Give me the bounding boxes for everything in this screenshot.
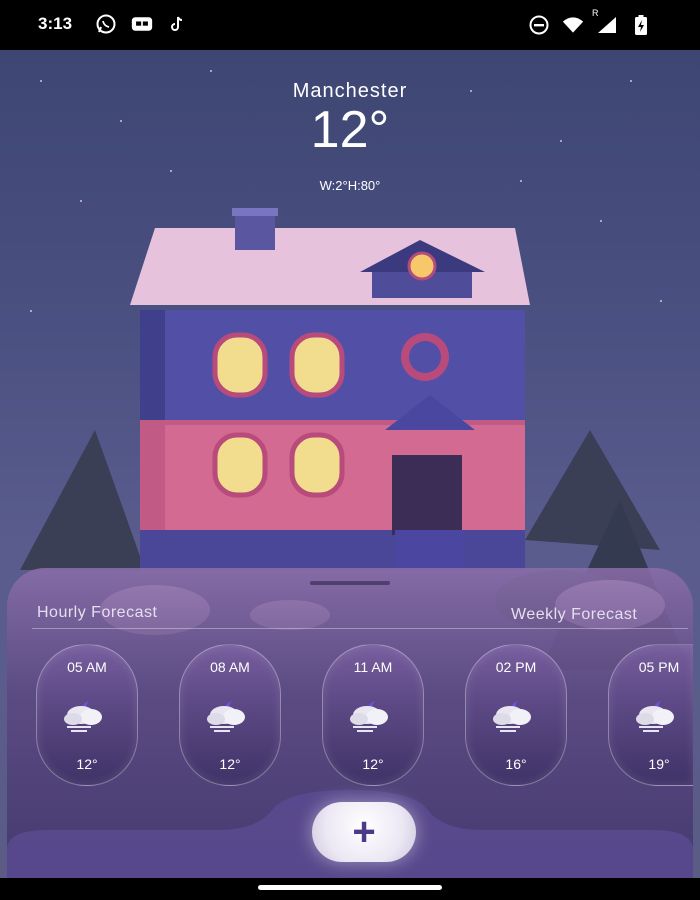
hourly-card[interactable]: 02 PM 16° <box>465 644 567 786</box>
battery-charging-icon <box>630 14 652 36</box>
wifi-icon <box>562 14 584 36</box>
status-time: 3:13 <box>38 14 73 33</box>
hourly-temp: 12° <box>76 756 98 772</box>
hourly-temp: 19° <box>648 756 670 772</box>
sheet-handle[interactable] <box>310 581 390 585</box>
hourly-time: 02 PM <box>495 659 537 675</box>
roaming-label: R <box>592 8 599 18</box>
tab-hourly-forecast[interactable]: Hourly Forecast <box>37 604 157 622</box>
hourly-temp: 12° <box>219 756 241 772</box>
signal-icon: R <box>592 8 618 36</box>
hourly-time: 05 PM <box>638 659 680 675</box>
night-cloud-snow-icon <box>345 697 401 738</box>
wind-humidity: W:2°H:80° <box>319 178 381 193</box>
hourly-card[interactable]: 05 PM 19° <box>608 644 693 786</box>
status-bar: 3:13 R <box>0 0 700 50</box>
current-temperature: 12° <box>310 101 390 159</box>
hourly-card[interactable]: 08 AM 12° <box>179 644 281 786</box>
hourly-temp: 12° <box>362 756 384 772</box>
tiktok-icon <box>167 13 189 35</box>
hourly-card[interactable]: 11 AM 12° <box>322 644 424 786</box>
do-not-disturb-icon <box>528 14 550 36</box>
hourly-time: 11 AM <box>353 659 393 675</box>
night-cloud-snow-icon <box>202 697 258 738</box>
hourly-time: 08 AM <box>210 659 250 675</box>
hourly-temp: 16° <box>505 756 527 772</box>
message-icon <box>131 13 153 35</box>
add-location-button[interactable]: + <box>312 802 416 862</box>
night-cloud-snow-icon <box>488 697 544 738</box>
hourly-card[interactable]: 05 AM 12° <box>36 644 138 786</box>
tab-weekly-forecast[interactable]: Weekly Forecast <box>511 606 637 624</box>
home-indicator[interactable] <box>258 885 442 890</box>
night-cloud-snow-icon <box>59 697 115 738</box>
hourly-time: 05 AM <box>67 659 107 675</box>
tab-divider <box>32 628 688 629</box>
night-cloud-snow-icon <box>631 697 687 738</box>
whatsapp-icon <box>95 13 117 35</box>
